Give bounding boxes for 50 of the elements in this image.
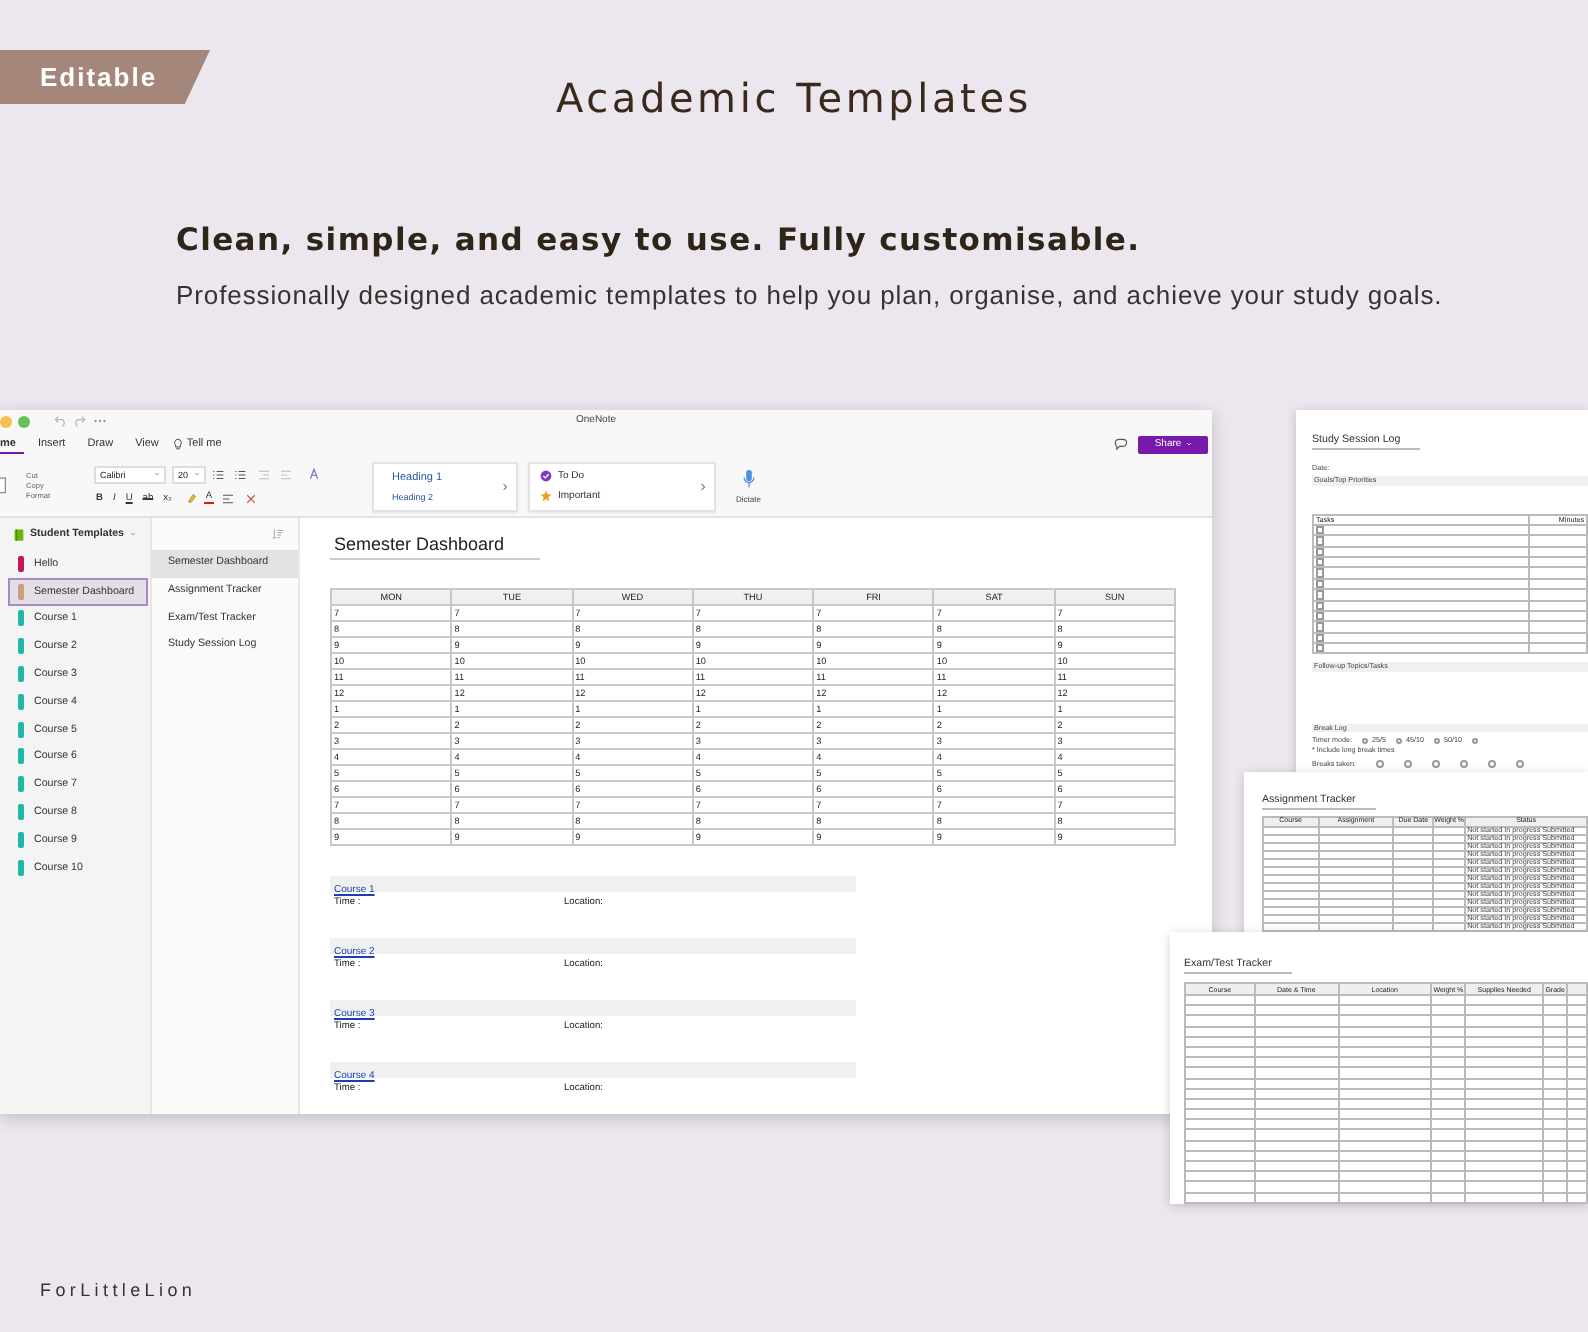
editable-badge: Editable [0,50,210,104]
description: Professionally designed academic templates to help you plan, organise, and achieve your study goals. [176,280,1445,312]
break-circle[interactable] [1459,760,1468,769]
lightbulb-icon [172,438,185,450]
headline: Clean, simple, and easy to use. Fully customisable. [176,220,1143,260]
indent-icon[interactable] [278,469,294,479]
redo-icon[interactable] [72,414,86,428]
timer-radio[interactable] [1396,737,1403,744]
numbered-list-icon[interactable] [234,469,250,479]
outdent-icon[interactable] [256,469,272,479]
styles-icon[interactable] [308,468,320,480]
checkbox-icon [540,470,552,482]
task-checkbox[interactable] [1316,557,1325,567]
chat-icon[interactable] [1114,437,1128,451]
undo-icon[interactable] [54,414,68,428]
page-title: Semester Dashboard [330,534,540,560]
break-circle[interactable] [1487,760,1496,769]
more-icon[interactable] [92,418,108,424]
align-icon[interactable] [220,493,237,503]
sort-icon[interactable] [272,528,284,540]
task-checkbox[interactable] [1316,536,1325,546]
task-checkbox[interactable] [1316,568,1325,578]
task-checkbox[interactable] [1316,644,1325,653]
break-circle[interactable] [1375,760,1384,769]
task-checkbox[interactable] [1316,579,1325,589]
task-checkbox[interactable] [1316,611,1325,621]
break-circle[interactable] [1431,760,1440,769]
break-circle[interactable] [1515,760,1524,769]
chevron-icon[interactable] [502,481,508,491]
timer-radio[interactable] [1434,737,1441,744]
brand-name: ForLittleLion [40,1280,197,1300]
task-checkbox[interactable] [1316,601,1325,610]
minimize-button[interactable] [0,415,12,427]
highlighter-icon[interactable] [185,492,198,504]
bullet-list-icon[interactable] [212,469,228,479]
task-checkbox[interactable] [1316,622,1325,632]
zoom-button[interactable] [18,415,30,427]
break-circle[interactable] [1403,760,1412,769]
task-checkbox[interactable] [1316,590,1325,600]
notebook-icon [14,527,24,541]
task-checkbox[interactable] [1316,633,1325,643]
timer-radio[interactable] [1472,737,1479,744]
page-heading: Academic Templates [555,72,1033,122]
task-checkbox[interactable] [1316,525,1325,535]
microphone-icon [741,468,756,490]
star-icon [540,490,552,502]
clear-formatting-icon[interactable] [246,493,257,503]
task-checkbox[interactable] [1316,547,1325,556]
timer-radio[interactable] [1362,737,1369,744]
chevron-icon[interactable] [700,481,706,491]
